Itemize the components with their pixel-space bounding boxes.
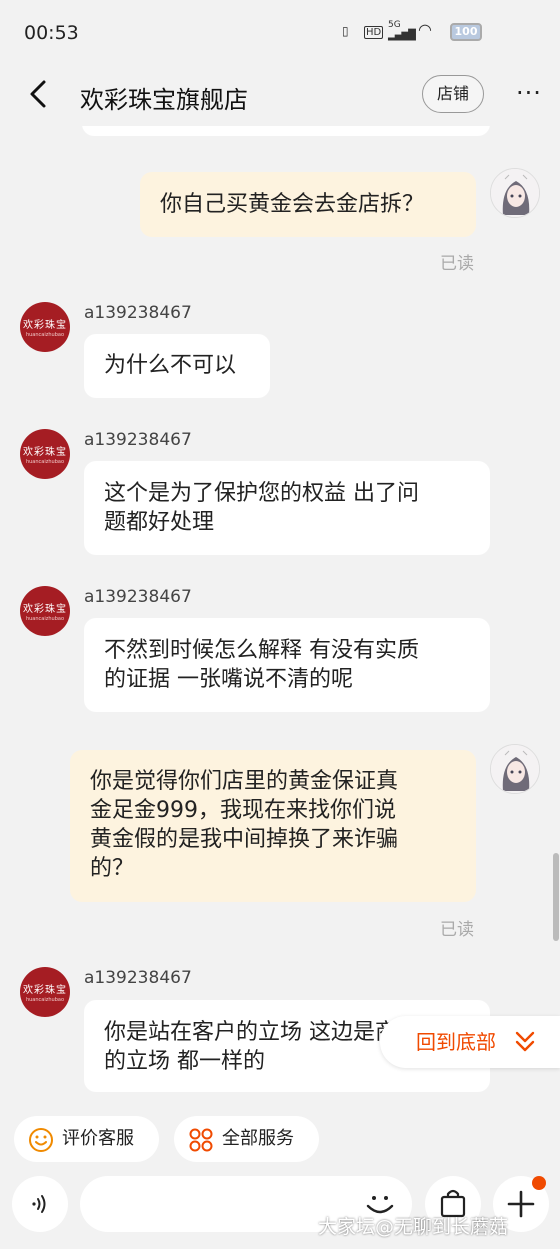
vibrate-icon: ▯	[342, 24, 349, 38]
scrollbar-thumb[interactable]	[553, 853, 559, 941]
scroll-to-bottom-button[interactable]: 回到底部	[380, 1016, 560, 1068]
shop-avatar[interactable]: 欢彩珠宝 huancaizhubao	[20, 429, 70, 479]
message-bubble-shop[interactable]: 不然到时候怎么解释 有没有实质 的证据 一张嘴说不清的呢	[84, 618, 490, 712]
grid-icon	[189, 1128, 213, 1152]
rate-service-button[interactable]: 评价客服	[14, 1116, 159, 1162]
message-bubble-shop[interactable]: 这个是为了保护您的权益 出了问 题都好处理	[84, 461, 490, 555]
wifi-icon: ◠	[418, 20, 432, 39]
voice-icon	[32, 1195, 46, 1213]
smile-icon	[29, 1128, 53, 1152]
message-line: 的证据 一张嘴说不清的呢	[104, 667, 353, 692]
message-bubble-me[interactable]: 你自己买黄金会去金店拆？	[140, 172, 476, 237]
hd-icon: HD	[364, 26, 384, 39]
chat-header: 欢彩珠宝旗舰店 店铺 ···	[0, 64, 560, 126]
network-label: 5G	[388, 20, 401, 30]
message-line: 金足金999，我现在来找你们说	[90, 798, 396, 823]
message-text: 为什么不可以	[104, 353, 237, 378]
status-time: 00:53	[24, 22, 79, 44]
anime-girl-avatar-icon	[491, 745, 539, 793]
my-avatar[interactable]	[490, 168, 540, 218]
notification-dot	[532, 1176, 546, 1190]
sender-name: a139238467	[84, 303, 192, 323]
plus-icon	[507, 1190, 535, 1218]
message-line: 这个是为了保护您的权益 出了问	[104, 481, 419, 506]
message-bubble-me[interactable]: 你是觉得你们店里的黄金保证真 金足金999，我现在来找你们说 黄金假的是我中间掉…	[70, 750, 476, 902]
double-chevron-down-icon	[515, 1031, 535, 1052]
read-status: 已读	[440, 254, 474, 274]
read-status: 已读	[440, 920, 474, 940]
shop-button[interactable]: 店铺	[422, 75, 484, 113]
all-services-label: 全部服务	[222, 1128, 294, 1149]
sender-name: a139238467	[84, 587, 192, 607]
more-icon[interactable]: ···	[512, 78, 546, 108]
rate-service-label: 评价客服	[62, 1128, 134, 1149]
message-line: 题都好处理	[104, 510, 215, 535]
message-bubble-shop[interactable]: 为什么不可以	[84, 334, 270, 398]
shop-avatar[interactable]: 欢彩珠宝 huancaizhubao	[20, 586, 70, 636]
message-line: 你是觉得你们店里的黄金保证真	[90, 769, 399, 794]
shop-avatar[interactable]: 欢彩珠宝 huancaizhubao	[20, 967, 70, 1017]
message-text: 你自己买黄金会去金店拆？	[160, 192, 425, 217]
signal-icon: ▂▄▆█	[388, 30, 416, 41]
scroll-to-bottom-label: 回到底部	[416, 1030, 496, 1054]
message-line: 黄金假的是我中间掉换了来诈骗	[90, 827, 399, 852]
sender-name: a139238467	[84, 430, 192, 450]
message-line: 的？	[90, 856, 135, 881]
message-list[interactable]: 你自己买黄金会去金店拆？ 已读 欢彩珠宝 huancaizhubao a1392…	[0, 126, 560, 1106]
sender-name: a139238467	[84, 968, 192, 988]
previous-message-bubble	[82, 126, 490, 136]
status-bar: 00:53 ▯ HD 5G ▂▄▆█ ◠ 100	[0, 0, 560, 64]
shop-avatar[interactable]: 欢彩珠宝 huancaizhubao	[20, 302, 70, 352]
battery-icon: 100	[450, 23, 482, 41]
anime-girl-avatar-icon	[491, 169, 539, 217]
quick-actions-bar: 评价客服 全部服务	[0, 1112, 560, 1166]
watermark: 大家坛@无聊到长蘑菇	[318, 1216, 509, 1238]
page-title: 欢彩珠宝旗舰店	[80, 86, 248, 114]
voice-button[interactable]	[12, 1176, 68, 1232]
chevron-left-icon	[30, 80, 46, 108]
message-line: 不然到时候怎么解释 有没有实质	[104, 638, 419, 663]
my-avatar[interactable]	[490, 744, 540, 794]
back-button[interactable]	[24, 76, 54, 112]
shop-logo-text: 欢彩珠宝	[23, 320, 67, 331]
all-services-button[interactable]: 全部服务	[174, 1116, 319, 1162]
